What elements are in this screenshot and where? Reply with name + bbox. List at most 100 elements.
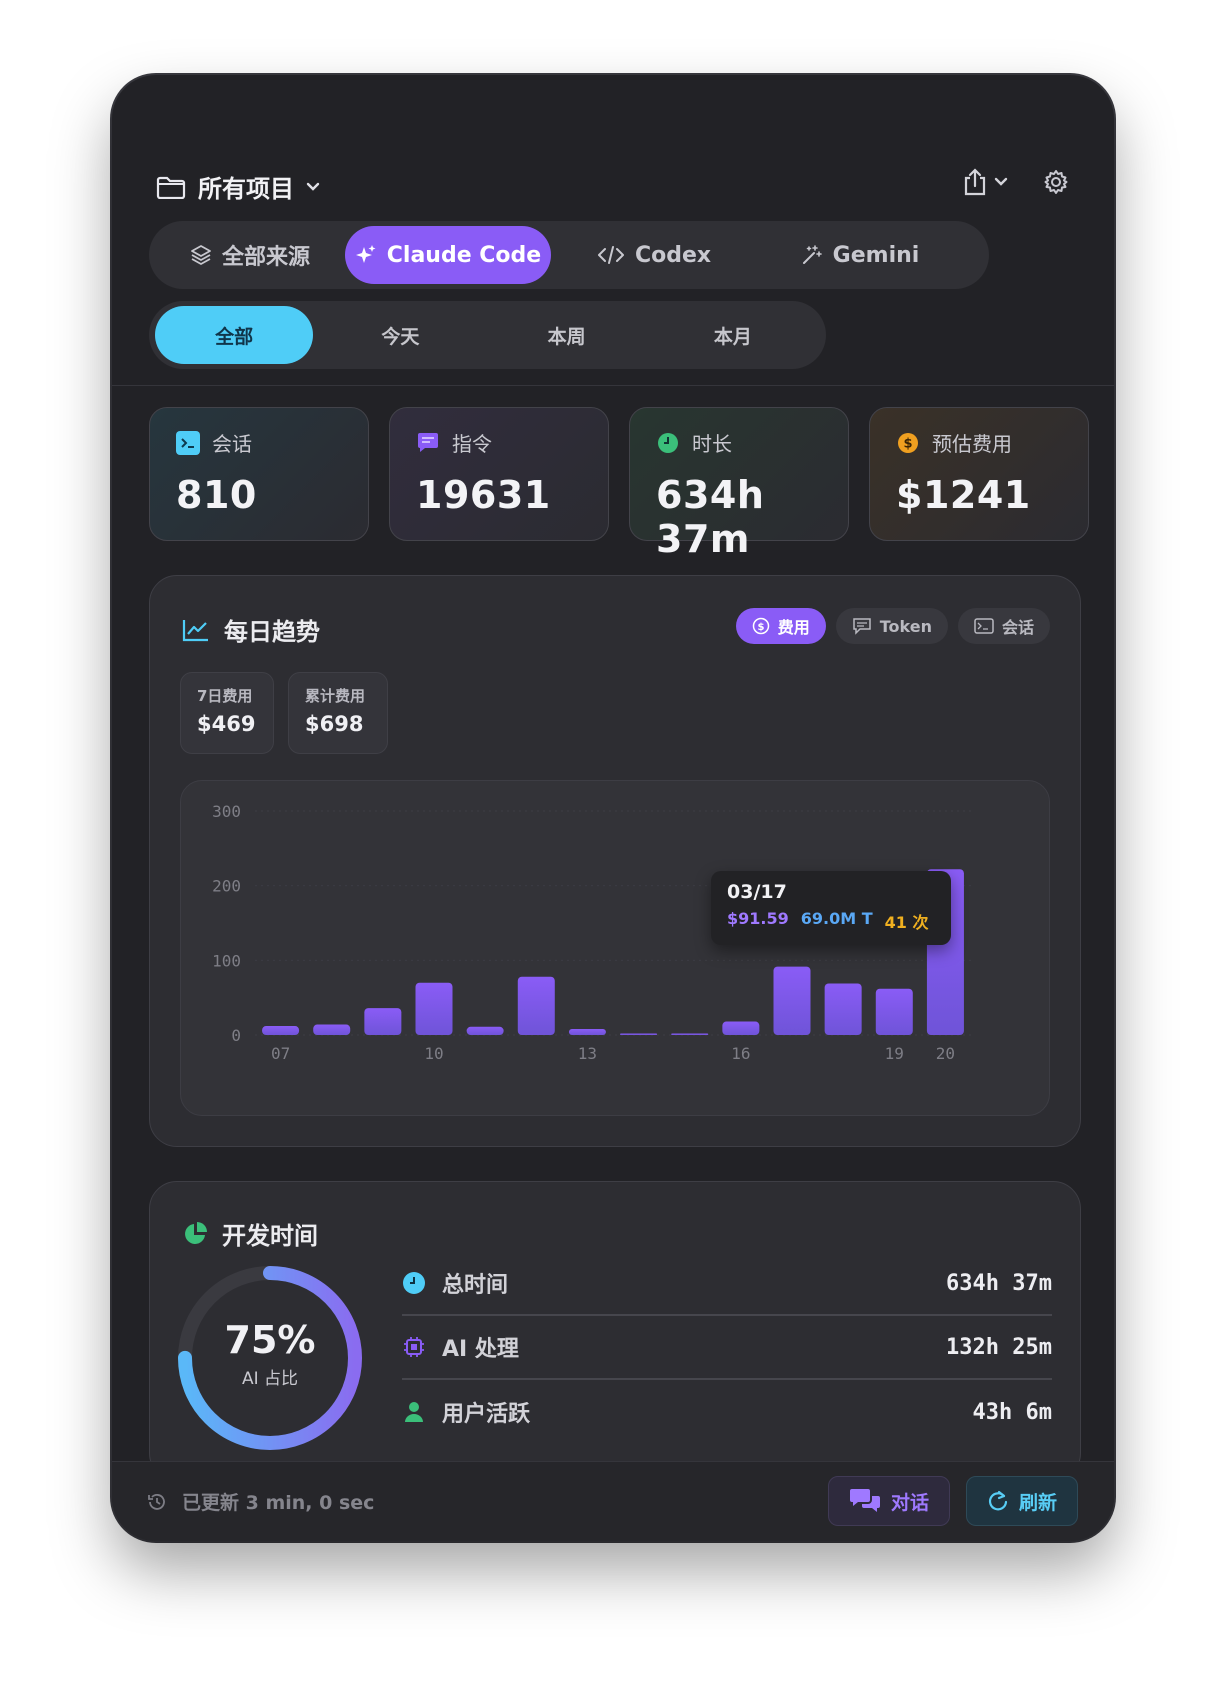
updated-text: 已更新 3 min, 0 sec bbox=[182, 1492, 375, 1514]
y-tick-label: 0 bbox=[231, 1026, 241, 1045]
y-tick-label: 100 bbox=[212, 951, 241, 970]
y-tick-label: 300 bbox=[212, 802, 241, 821]
history-icon bbox=[148, 1493, 165, 1510]
stat-card-commands: 指令 19631 bbox=[389, 407, 609, 541]
source-tabs: 全部来源 Claude Code Codex Gemini bbox=[149, 221, 989, 289]
summary-label: 累计费用 bbox=[305, 687, 366, 705]
metric-cost-button[interactable]: $ 费用 bbox=[735, 608, 826, 644]
project-selector[interactable]: 所有项目 bbox=[156, 169, 320, 204]
share-icon bbox=[964, 168, 986, 196]
tab-label: Gemini bbox=[832, 242, 920, 268]
line-chart-icon bbox=[182, 619, 208, 641]
cpu-icon bbox=[404, 1337, 424, 1357]
trend-title: 每日趋势 bbox=[224, 618, 320, 646]
tooltip-date: 03/17 bbox=[727, 881, 787, 903]
terminal-icon bbox=[974, 618, 994, 634]
bar-14[interactable] bbox=[620, 1033, 658, 1036]
tab-range-month[interactable]: 本月 bbox=[654, 306, 812, 364]
tab-range-all[interactable]: 全部 bbox=[155, 306, 314, 364]
stat-value: 634h 37m bbox=[656, 473, 765, 561]
layers-icon bbox=[191, 245, 211, 265]
row-label: AI 处理 bbox=[442, 1337, 519, 1362]
tab-range-week[interactable]: 本周 bbox=[488, 306, 646, 364]
dev-time-rows: 总时间 634h 37m AI 处理 132h 25m 用户活跃 43h 6m bbox=[402, 1252, 1052, 1444]
chevron-down-icon bbox=[994, 177, 1008, 186]
bar-19[interactable] bbox=[875, 988, 913, 1035]
row-value: 132h 25m bbox=[946, 1334, 1052, 1360]
pie-chart-icon bbox=[185, 1221, 207, 1244]
dollar-icon: $ bbox=[896, 431, 920, 455]
chat-bubbles-icon bbox=[849, 1489, 880, 1512]
tab-label: 全部来源 bbox=[221, 245, 310, 270]
bar-13[interactable] bbox=[568, 1029, 606, 1035]
clock-icon bbox=[656, 431, 680, 455]
x-tick-label: 20 bbox=[936, 1044, 955, 1063]
tab-all-sources[interactable]: 全部来源 bbox=[155, 226, 345, 284]
x-tick-label: 19 bbox=[885, 1044, 904, 1063]
metric-token-button[interactable]: Token bbox=[835, 608, 948, 644]
message-icon bbox=[853, 618, 871, 635]
bar-chart-svg: 300 200 100 0 07 10 13 16 19 20 bbox=[212, 802, 971, 1063]
tab-codex[interactable]: Codex bbox=[551, 226, 757, 284]
stat-card-cost: $ 预估费用 $1241 bbox=[869, 407, 1089, 541]
row-value: 43h 6m bbox=[972, 1399, 1052, 1425]
summary-7day-cost: 7日费用 $469 bbox=[180, 672, 274, 754]
bar-17[interactable] bbox=[773, 966, 811, 1035]
stat-label: 会话 bbox=[212, 432, 252, 456]
dollar-circle-icon: $ bbox=[752, 617, 769, 635]
bar-15[interactable] bbox=[671, 1033, 709, 1036]
row-label: 用户活跃 bbox=[442, 1402, 531, 1427]
bar-08[interactable] bbox=[313, 1024, 351, 1035]
metric-label: 费用 bbox=[777, 618, 810, 637]
magic-wand-icon bbox=[802, 245, 822, 264]
bar-07[interactable] bbox=[262, 1026, 300, 1035]
bar-10[interactable] bbox=[415, 982, 453, 1035]
gear-icon bbox=[1044, 170, 1068, 194]
svg-text:$: $ bbox=[757, 622, 764, 633]
stat-value: 810 bbox=[176, 473, 257, 517]
refresh-icon bbox=[988, 1490, 1008, 1511]
tab-gemini[interactable]: Gemini bbox=[757, 226, 963, 284]
stat-label: 预估费用 bbox=[932, 432, 1012, 456]
chat-button[interactable]: 对话 bbox=[827, 1476, 950, 1526]
bar-09[interactable] bbox=[364, 1008, 402, 1035]
row-user-active: 用户活跃 43h 6m bbox=[402, 1380, 1052, 1444]
stat-card-sessions: 会话 810 bbox=[149, 407, 369, 541]
refresh-button[interactable]: 刷新 bbox=[965, 1476, 1078, 1526]
footer-bar: 已更新 3 min, 0 sec 对话 刷新 bbox=[112, 1461, 1114, 1541]
daily-bar-chart: 300 200 100 0 07 10 13 16 19 20 03/17 $91.59 69.0… bbox=[180, 780, 1050, 1116]
ai-percent-label: AI 占比 bbox=[241, 1369, 299, 1389]
share-button[interactable] bbox=[962, 167, 1008, 197]
code-icon bbox=[597, 246, 624, 264]
chevron-down-icon bbox=[306, 182, 320, 191]
bar-12[interactable] bbox=[517, 976, 555, 1035]
clock-icon bbox=[403, 1272, 425, 1294]
tooltip-tokens: 69.0M T bbox=[800, 909, 873, 928]
tab-label: Claude Code bbox=[386, 242, 542, 268]
refresh-label: 刷新 bbox=[1018, 1491, 1057, 1514]
bar-16[interactable] bbox=[722, 1021, 760, 1035]
stat-value: 19631 bbox=[416, 473, 551, 517]
bar-18[interactable] bbox=[824, 983, 862, 1035]
chat-bubble-icon bbox=[416, 431, 440, 455]
summary-label: 7日费用 bbox=[197, 687, 253, 705]
bar-11[interactable] bbox=[466, 1026, 504, 1035]
stat-label: 指令 bbox=[452, 432, 492, 456]
metric-sessions-button[interactable]: 会话 bbox=[957, 608, 1050, 644]
y-tick-label: 200 bbox=[212, 877, 241, 896]
metric-label: Token bbox=[879, 616, 932, 636]
summary-total-cost: 累计费用 $698 bbox=[288, 672, 388, 754]
settings-button[interactable] bbox=[1042, 168, 1070, 196]
metric-toggle: $ 费用 Token 会话 bbox=[735, 608, 1050, 644]
x-tick-label: 10 bbox=[424, 1044, 443, 1063]
row-ai-processing: AI 处理 132h 25m bbox=[402, 1316, 1052, 1380]
svg-text:$: $ bbox=[903, 436, 912, 451]
tab-range-today[interactable]: 今天 bbox=[321, 306, 479, 364]
ai-percent: 75% bbox=[224, 1318, 316, 1362]
project-label: 所有项目 bbox=[198, 175, 294, 203]
stat-label: 时长 bbox=[692, 432, 732, 456]
sparkle-icon bbox=[355, 245, 376, 263]
daily-trend-card: 每日趋势 $ 费用 Token 会话 7日费用 $469 累计费用 $698 3… bbox=[149, 575, 1081, 1147]
header-divider bbox=[112, 385, 1114, 386]
tab-claude-code[interactable]: Claude Code bbox=[345, 226, 551, 284]
